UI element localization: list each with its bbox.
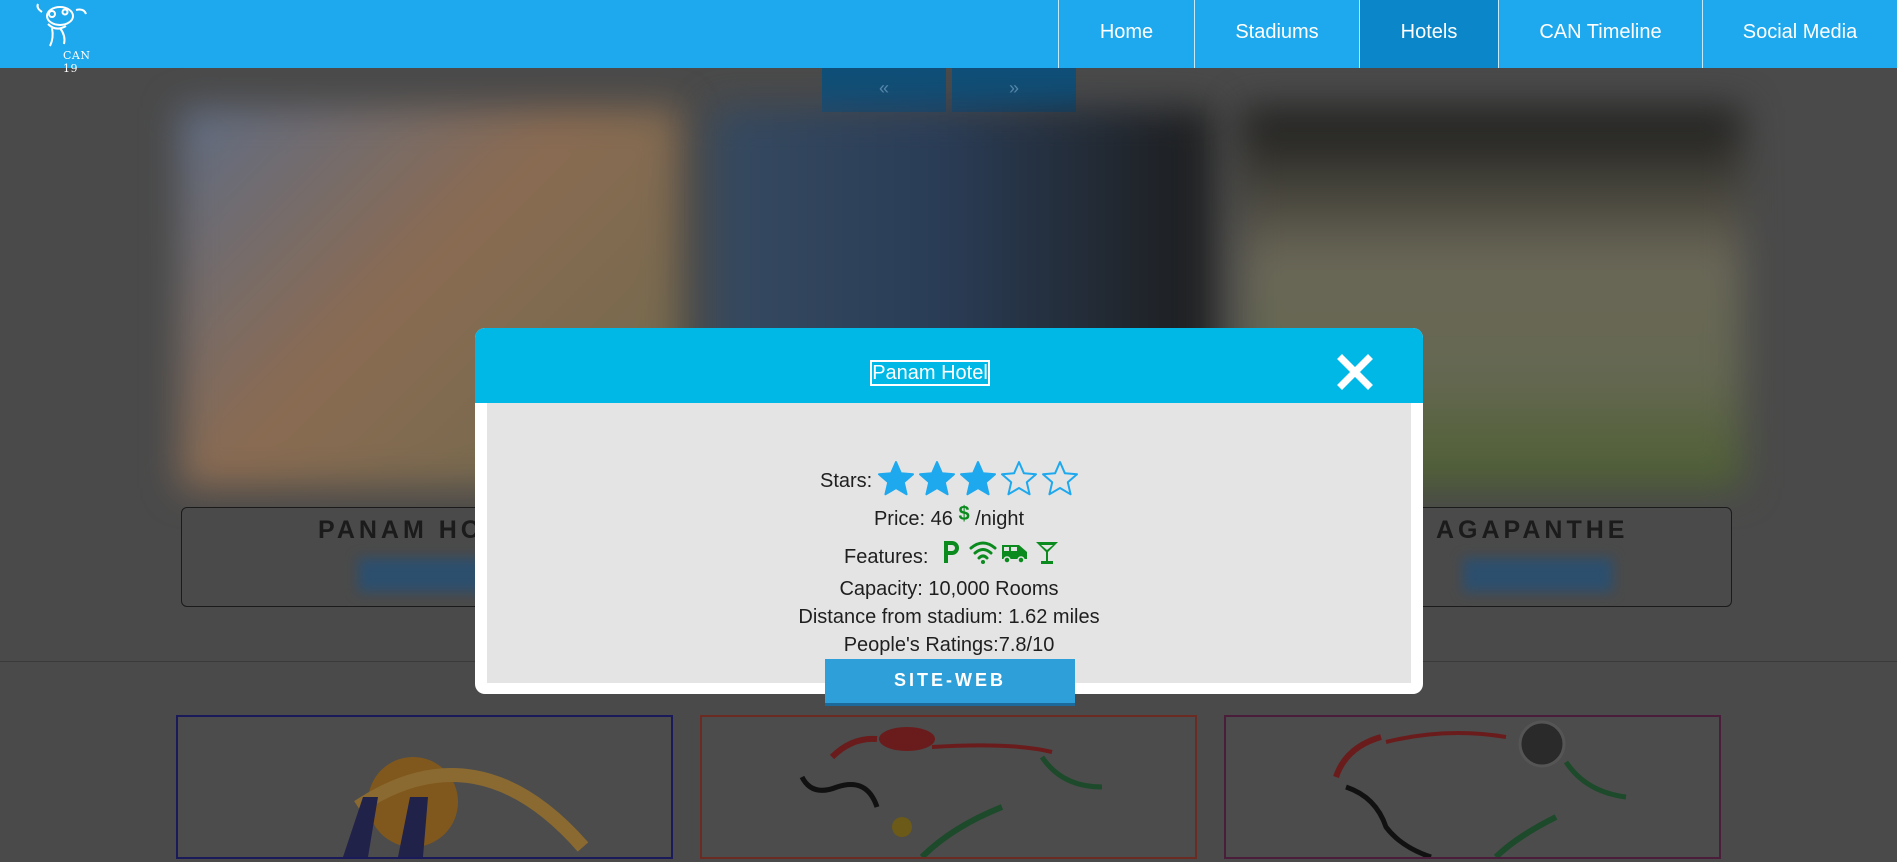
modal-body: Stars: Price: 46 $ /night Features: Capa… bbox=[487, 403, 1411, 683]
distance-text: Distance from stadium: 1.62 miles bbox=[798, 606, 1100, 628]
price-label: Price: 46 bbox=[873, 508, 953, 530]
hotel-card-button[interactable] bbox=[1463, 558, 1613, 592]
feature-icons bbox=[937, 539, 1061, 565]
slider-controls: « » bbox=[822, 68, 1076, 112]
wifi-icon bbox=[969, 541, 997, 564]
dollar-icon: $ bbox=[958, 503, 970, 525]
modal-header: Panam Hotel bbox=[475, 328, 1423, 403]
nav-hotels[interactable]: Hotels bbox=[1359, 0, 1498, 68]
nav-home[interactable]: Home bbox=[1058, 0, 1194, 68]
can19-logo[interactable]: CAN 19 bbox=[30, 2, 94, 75]
partner-logo-card bbox=[176, 715, 673, 859]
star-empty-icon bbox=[1001, 461, 1037, 496]
hotel-card-name: PANAM HO bbox=[318, 516, 485, 544]
africa-logo-image bbox=[1333, 720, 1627, 860]
hotel-details-modal: Panam Hotel Stars: Price: 46 $ /night Fe… bbox=[475, 328, 1423, 694]
star-filled-icon bbox=[960, 461, 996, 496]
partner-logo-image bbox=[343, 757, 589, 857]
shuttle-bus-icon bbox=[1002, 545, 1027, 564]
star-filled-icon bbox=[878, 461, 914, 496]
africa-logo-image bbox=[799, 727, 1103, 860]
nav-stadiums[interactable]: Stadiums bbox=[1194, 0, 1359, 68]
star-rating bbox=[877, 460, 1079, 498]
nav-can-timeline[interactable]: CAN Timeline bbox=[1498, 0, 1702, 68]
partner-logo-card bbox=[1224, 715, 1721, 860]
features-label: Features: bbox=[844, 546, 929, 568]
partner-logo-card bbox=[700, 715, 1197, 860]
stars-label: Stars: bbox=[820, 470, 873, 492]
main-nav: Home Stadiums Hotels CAN Timeline Social… bbox=[1058, 0, 1897, 68]
hotel-card-name: AGAPANTHE bbox=[1436, 516, 1629, 544]
ratings-text: People's Ratings:7.8/10 bbox=[843, 634, 1055, 656]
parking-icon bbox=[944, 541, 959, 563]
site-web-button[interactable]: SITE-WEB bbox=[825, 659, 1075, 706]
star-empty-icon bbox=[1042, 461, 1078, 496]
price-suffix: /night bbox=[975, 508, 1025, 530]
star-filled-icon bbox=[919, 461, 955, 496]
slider-next-button[interactable]: » bbox=[952, 68, 1076, 112]
logo-text: CAN 19 bbox=[63, 49, 91, 75]
cocktail-bar-icon bbox=[1036, 542, 1058, 564]
navbar: CAN 19 Home Stadiums Hotels CAN Timeline… bbox=[0, 0, 1897, 75]
price-row: Price: 46 $ /night bbox=[487, 503, 1411, 531]
slider-prev-button[interactable]: « bbox=[822, 68, 946, 112]
capacity-text: Capacity: 10,000 Rooms bbox=[839, 578, 1059, 600]
close-icon[interactable] bbox=[1337, 354, 1373, 390]
modal-title: Panam Hotel bbox=[870, 360, 990, 386]
nav-social-media[interactable]: Social Media bbox=[1702, 0, 1897, 68]
